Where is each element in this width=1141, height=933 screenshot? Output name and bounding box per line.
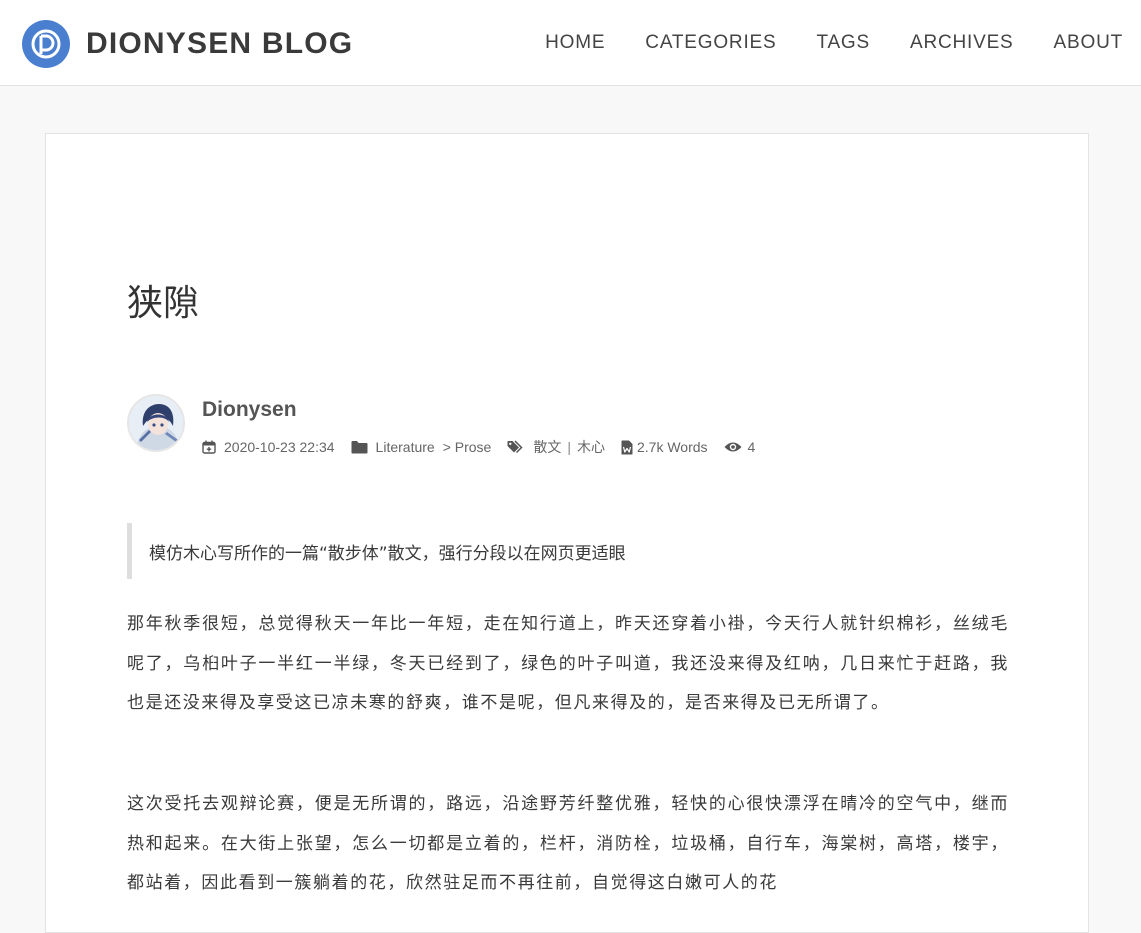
main-nav: HOME CATEGORIES TAGS ARCHIVES ABOUT: [505, 0, 1123, 86]
word-count: 2.7k Words: [636, 439, 708, 455]
category-prose-link[interactable]: > Prose: [443, 439, 492, 455]
view-count: 4: [747, 439, 756, 455]
blockquote-text: 模仿木心写所作的一篇“散步体”散文，强行分段以在网页更适眼: [149, 543, 626, 564]
post-title: 狭隙: [127, 283, 200, 324]
tag-link[interactable]: 木心: [577, 437, 605, 457]
author-name[interactable]: Dionysen: [202, 398, 297, 422]
eye-icon: [724, 441, 742, 453]
site-header: DIONYSEN BLOG HOME CATEGORIES TAGS ARCHI…: [0, 0, 1141, 86]
folder-icon: [351, 440, 368, 454]
post-blockquote: 模仿木心写所作的一篇“散步体”散文，强行分段以在网页更适眼: [127, 523, 1007, 579]
anime-avatar-icon: [129, 396, 183, 450]
tag-link[interactable]: 散文: [533, 437, 561, 457]
tags-icon: [507, 440, 525, 454]
post-card: 狭隙 Dionysen 2020-10-23 22:34 Literature …: [45, 133, 1089, 933]
post-paragraph: 那年秋季很短，总觉得秋天一年比一年短，走在知行道上，昨天还穿着小褂，今天行人就针…: [127, 614, 1009, 713]
category-literature-link[interactable]: Literature: [376, 439, 435, 455]
post-date: 2020-10-23 22:34: [224, 439, 335, 455]
site-title: DIONYSEN BLOG: [86, 27, 354, 60]
nav-categories[interactable]: CATEGORIES: [645, 32, 776, 54]
nav-tags[interactable]: TAGS: [816, 32, 870, 54]
post-meta: 2020-10-23 22:34 Literature > Prose 散文 |…: [202, 437, 755, 457]
word-file-icon: [621, 440, 633, 455]
site-logo-icon: [22, 20, 70, 68]
nav-archives[interactable]: ARCHIVES: [910, 32, 1014, 54]
post-paragraph: 这次受托去观辩论赛，便是无所谓的，路远，沿途野芳纤整优雅，轻快的心很快漂浮在晴冷…: [127, 794, 1009, 893]
nav-about[interactable]: ABOUT: [1054, 32, 1123, 54]
tag-separator: |: [567, 439, 571, 455]
author-avatar[interactable]: [127, 394, 185, 452]
calendar-plus-icon: [202, 440, 216, 454]
nav-home[interactable]: HOME: [545, 32, 605, 54]
brand-link[interactable]: DIONYSEN BLOG: [22, 20, 353, 68]
